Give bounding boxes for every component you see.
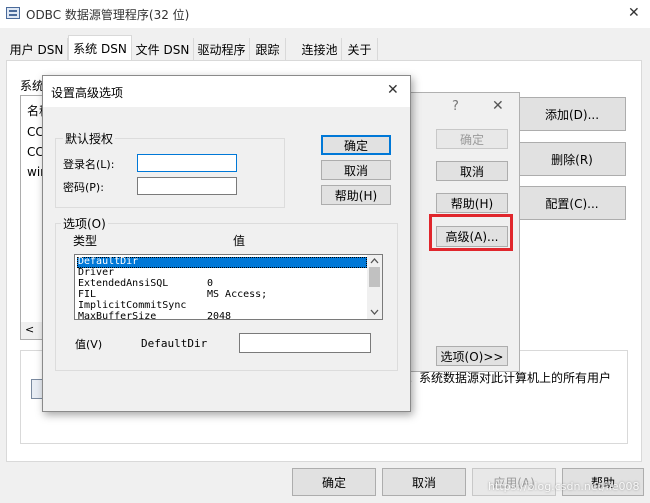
- tab-drivers[interactable]: 驱动程序: [194, 38, 250, 60]
- option-type[interactable]: DefaultDir: [78, 256, 138, 267]
- value-input[interactable]: [239, 333, 371, 353]
- dialog-title: 设置高级选项: [51, 86, 124, 100]
- watermark: https://blog.csdn.net/lie008: [488, 480, 640, 493]
- option-type[interactable]: ImplicitCommitSync: [78, 300, 186, 311]
- tab-about[interactable]: 关于: [342, 38, 378, 60]
- adv-help-button[interactable]: 帮助(H): [321, 185, 391, 205]
- dialog-title-bar: 设置高级选项 ✕: [43, 76, 410, 107]
- option-value: 2048: [207, 311, 232, 320]
- mid-cancel-button[interactable]: 取消: [436, 161, 508, 181]
- highlight-box: [429, 214, 513, 251]
- advanced-options-dialog: 设置高级选项 ✕ 默认授权 登录名(L): 密码(P): 确定 取消 帮助(H)…: [42, 75, 411, 412]
- tab-file-dsn[interactable]: 文件 DSN: [132, 38, 194, 60]
- column-header-value: 值: [233, 234, 246, 248]
- window-close-icon[interactable]: ✕: [628, 5, 640, 21]
- value-label: 值(V): [75, 338, 103, 351]
- auth-group-label: 默认授权: [63, 130, 116, 147]
- dialog-close-icon[interactable]: ✕: [492, 98, 504, 114]
- scroll-up-icon[interactable]: [370, 258, 379, 264]
- window-title: ODBC 数据源管理程序(32 位): [26, 8, 190, 22]
- auth-group: [55, 138, 285, 208]
- scroll-down-icon[interactable]: [370, 309, 379, 315]
- option-value: MS Access;: [207, 289, 268, 300]
- list-label: 系统: [20, 79, 45, 93]
- scroll-left-icon[interactable]: <: [25, 323, 34, 336]
- adv-cancel-button[interactable]: 取消: [321, 160, 391, 180]
- bottom-ok-button[interactable]: 确定: [292, 468, 376, 496]
- remove-button[interactable]: 删除(R): [518, 142, 626, 176]
- option-type[interactable]: ExtendedAnsiSQL: [78, 278, 168, 289]
- mid-help-button[interactable]: 帮助(H): [436, 193, 508, 213]
- mid-ok-button[interactable]: 确定: [436, 129, 508, 149]
- login-label: 登录名(L):: [63, 158, 115, 171]
- configure-button[interactable]: 配置(C)...: [518, 186, 626, 220]
- value-key: DefaultDir: [141, 337, 208, 350]
- adv-ok-button[interactable]: 确定: [321, 135, 391, 155]
- options-group-label: 选项(O): [61, 215, 108, 232]
- dialog-close-icon[interactable]: ✕: [387, 82, 399, 98]
- column-header-type: 类型: [73, 234, 98, 248]
- add-button[interactable]: 添加(D)...: [518, 97, 626, 131]
- login-input[interactable]: [137, 154, 237, 172]
- vertical-scrollbar[interactable]: [367, 255, 382, 319]
- tab-system-dsn[interactable]: 系统 DSN: [68, 35, 132, 61]
- tab-user-dsn[interactable]: 用户 DSN: [6, 38, 68, 60]
- password-input[interactable]: [137, 177, 237, 195]
- tab-tracing[interactable]: 跟踪: [250, 38, 286, 60]
- help-icon[interactable]: ?: [452, 99, 459, 114]
- option-type[interactable]: Driver: [78, 267, 114, 278]
- option-value: 0: [207, 278, 214, 289]
- title-bar: ODBC 数据源管理程序(32 位) ✕: [0, 0, 650, 28]
- password-label: 密码(P):: [63, 181, 104, 194]
- options-button[interactable]: 选项(O)>>: [436, 346, 508, 366]
- app-icon: [6, 7, 20, 19]
- option-type[interactable]: MaxBufferSize: [78, 311, 156, 319]
- bottom-cancel-button[interactable]: 取消: [382, 468, 466, 496]
- tab-connection-pooling[interactable]: 连接池: [298, 38, 342, 60]
- scroll-thumb[interactable]: [369, 267, 380, 287]
- option-type[interactable]: FIL: [78, 289, 96, 300]
- options-list[interactable]: DefaultDir Driver ExtendedAnsiSQL 0 FIL …: [74, 254, 383, 320]
